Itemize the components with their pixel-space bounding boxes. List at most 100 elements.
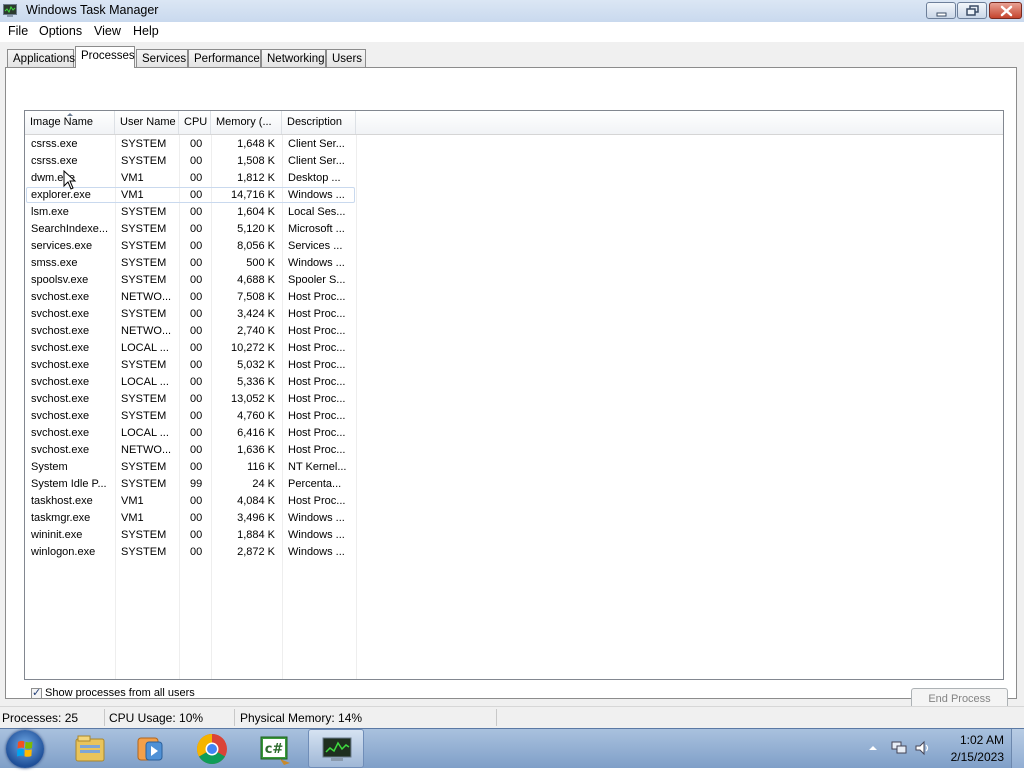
process-row[interactable]: dwm.exe VM1 00 1,812 K Desktop ... bbox=[25, 170, 1003, 187]
checkbox-box[interactable]: ✓ bbox=[31, 688, 42, 699]
process-row[interactable]: smss.exe SYSTEM 00 500 K Windows ... bbox=[25, 255, 1003, 272]
task-manager-app-icon bbox=[3, 4, 17, 17]
process-user: SYSTEM bbox=[121, 155, 167, 167]
process-row[interactable]: svchost.exe LOCAL ... 00 10,272 K Host Proc.… bbox=[25, 340, 1003, 357]
status-bar: Processes: 25 CPU Usage: 10% Physical Me… bbox=[0, 706, 1024, 728]
process-description: Host Proc... bbox=[288, 342, 346, 354]
menu-help[interactable]: Help bbox=[133, 24, 159, 38]
process-row[interactable]: spoolsv.exe SYSTEM 00 4,688 K Spooler S... bbox=[25, 272, 1003, 289]
restore-button[interactable] bbox=[957, 2, 987, 19]
process-row[interactable]: svchost.exe NETWO... 00 1,636 K Host Proc... bbox=[25, 442, 1003, 459]
show-hidden-icons[interactable] bbox=[868, 743, 878, 753]
process-row[interactable]: winlogon.exe SYSTEM 00 2,872 K Windows ... bbox=[25, 544, 1003, 561]
column-image-name[interactable]: Image Name bbox=[25, 111, 115, 134]
process-row[interactable]: svchost.exe SYSTEM 00 5,032 K Host Proc... bbox=[25, 357, 1003, 374]
process-user: SYSTEM bbox=[121, 257, 167, 269]
process-description: Percenta... bbox=[288, 478, 342, 490]
process-cpu: 00 bbox=[190, 138, 202, 150]
taskbar-task-manager[interactable] bbox=[308, 729, 364, 768]
minimize-button[interactable] bbox=[926, 2, 956, 19]
column-memory[interactable]: Memory (... bbox=[211, 111, 282, 134]
process-row[interactable]: System Idle P... SYSTEM 99 24 K Percenta... bbox=[25, 476, 1003, 493]
process-name: svchost.exe bbox=[31, 444, 90, 456]
process-memory: 4,688 K bbox=[237, 274, 275, 286]
mouse-cursor-icon bbox=[63, 170, 77, 190]
process-user: NETWO... bbox=[121, 444, 172, 456]
process-user: VM1 bbox=[121, 189, 144, 201]
column-description[interactable]: Description bbox=[282, 111, 356, 134]
process-row[interactable]: taskmgr.exe VM1 00 3,496 K Windows ... bbox=[25, 510, 1003, 527]
process-user: VM1 bbox=[121, 495, 144, 507]
process-row[interactable]: taskhost.exe VM1 00 4,084 K Host Proc... bbox=[25, 493, 1003, 510]
title-bar[interactable]: Windows Task Manager bbox=[0, 0, 1024, 22]
process-memory: 6,416 K bbox=[237, 427, 275, 439]
show-desktop-button[interactable] bbox=[1011, 729, 1024, 768]
process-row[interactable]: SearchIndexe... SYSTEM 00 5,120 K Microsoft … bbox=[25, 221, 1003, 238]
process-name: csrss.exe bbox=[31, 138, 78, 150]
process-row[interactable]: svchost.exe LOCAL ... 00 5,336 K Host Proc..… bbox=[25, 374, 1003, 391]
process-user: LOCAL ... bbox=[121, 376, 169, 388]
process-description: Client Ser... bbox=[288, 155, 345, 167]
menu-options[interactable]: Options bbox=[39, 24, 82, 38]
process-memory: 8,056 K bbox=[237, 240, 275, 252]
process-user: SYSTEM bbox=[121, 308, 167, 320]
process-memory: 3,424 K bbox=[237, 308, 275, 320]
taskbar-media-player[interactable] bbox=[122, 729, 178, 768]
tab-applications[interactable]: Applications bbox=[7, 49, 75, 67]
column-user-name[interactable]: User Name bbox=[115, 111, 179, 134]
process-description: Local Ses... bbox=[288, 206, 346, 218]
process-row[interactable]: svchost.exe LOCAL ... 00 6,416 K Host Proc..… bbox=[25, 425, 1003, 442]
taskbar-explorer[interactable] bbox=[62, 729, 118, 768]
process-name: csrss.exe bbox=[31, 155, 78, 167]
process-cpu: 00 bbox=[190, 546, 202, 558]
process-cpu: 00 bbox=[190, 155, 202, 167]
process-row[interactable]: svchost.exe SYSTEM 00 4,760 K Host Proc... bbox=[25, 408, 1003, 425]
tab-services[interactable]: Services bbox=[136, 49, 188, 67]
process-memory: 2,872 K bbox=[237, 546, 275, 558]
tab-networking[interactable]: Networking bbox=[261, 49, 326, 67]
process-cpu: 00 bbox=[190, 172, 202, 184]
process-row[interactable]: services.exe SYSTEM 00 8,056 K Services ... bbox=[25, 238, 1003, 255]
process-memory: 10,272 K bbox=[230, 342, 275, 354]
process-row[interactable]: svchost.exe NETWO... 00 2,740 K Host Proc... bbox=[25, 323, 1003, 340]
process-user: NETWO... bbox=[121, 325, 172, 337]
process-user: SYSTEM bbox=[121, 393, 167, 405]
close-button[interactable] bbox=[989, 2, 1022, 19]
process-row[interactable]: wininit.exe SYSTEM 00 1,884 K Windows ... bbox=[25, 527, 1003, 544]
process-cpu: 00 bbox=[190, 291, 202, 303]
restore-icon bbox=[966, 5, 979, 16]
clock-time[interactable]: 1:02 AM bbox=[924, 733, 1004, 747]
menu-view[interactable]: View bbox=[94, 24, 121, 38]
process-cpu: 00 bbox=[190, 376, 202, 388]
process-row[interactable]: svchost.exe SYSTEM 00 3,424 K Host Proc... bbox=[25, 306, 1003, 323]
process-memory: 1,508 K bbox=[237, 155, 275, 167]
process-user: LOCAL ... bbox=[121, 342, 169, 354]
start-button[interactable] bbox=[6, 730, 44, 768]
tab-performance[interactable]: Performance bbox=[188, 49, 261, 67]
process-row[interactable]: explorer.exe VM1 00 14,716 K Windows ... bbox=[25, 187, 1003, 204]
process-row[interactable]: lsm.exe SYSTEM 00 1,604 K Local Ses... bbox=[25, 204, 1003, 221]
taskbar-csharp-ide[interactable]: c# bbox=[246, 729, 302, 768]
network-icon[interactable] bbox=[890, 740, 908, 756]
process-memory: 13,052 K bbox=[230, 393, 275, 405]
process-name: wininit.exe bbox=[31, 529, 83, 541]
tab-processes[interactable]: Processes bbox=[75, 46, 135, 68]
tab-users[interactable]: Users bbox=[326, 49, 366, 67]
taskbar: c# 1:02 AM 2/15/2023 bbox=[0, 728, 1024, 768]
process-description: Host Proc... bbox=[288, 308, 346, 320]
clock-date[interactable]: 2/15/2023 bbox=[924, 750, 1004, 764]
process-row[interactable]: System SYSTEM 00 116 K NT Kernel... bbox=[25, 459, 1003, 476]
menu-file[interactable]: File bbox=[8, 24, 28, 38]
process-user: SYSTEM bbox=[121, 461, 167, 473]
process-name: taskmgr.exe bbox=[31, 512, 91, 524]
process-row[interactable]: svchost.exe NETWO... 00 7,508 K Host Proc... bbox=[25, 289, 1003, 306]
process-row[interactable]: csrss.exe SYSTEM 00 1,508 K Client Ser... bbox=[25, 153, 1003, 170]
process-row[interactable]: csrss.exe SYSTEM 00 1,648 K Client Ser... bbox=[25, 136, 1003, 153]
column-cpu[interactable]: CPU bbox=[179, 111, 211, 134]
process-cpu: 00 bbox=[190, 393, 202, 405]
taskbar-chrome[interactable] bbox=[184, 729, 240, 768]
process-list[interactable]: Image Name User Name CPU Memory (... Des… bbox=[24, 110, 1004, 680]
menu-bar: File Options View Help bbox=[0, 22, 1024, 42]
process-cpu: 00 bbox=[190, 325, 202, 337]
process-row[interactable]: svchost.exe SYSTEM 00 13,052 K Host Proc... bbox=[25, 391, 1003, 408]
